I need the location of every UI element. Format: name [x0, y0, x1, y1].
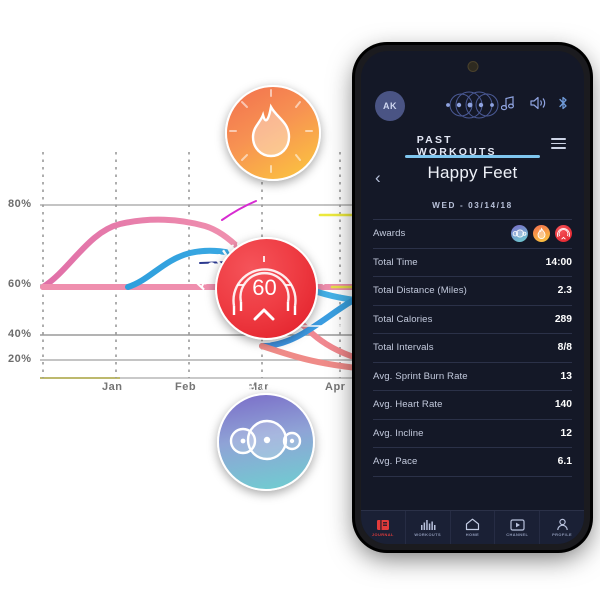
chart-ytick-40: 40% — [8, 328, 32, 340]
avatar-initials: AK — [383, 101, 397, 111]
stat-value: 13 — [560, 370, 572, 382]
badge-calories-disc: 60 — [215, 237, 318, 340]
table-row-awards: Awards — [373, 219, 572, 248]
gauge-icon: 60 — [232, 256, 297, 321]
stat-key: Total Time — [373, 256, 418, 268]
stat-key: Avg. Pace — [373, 456, 418, 468]
home-icon — [465, 518, 480, 531]
chart-ytick-60: 60% — [8, 278, 32, 290]
badge-performance-coaching[interactable]: PERFORMANCE COACHING — [186, 368, 341, 508]
nav-item-home[interactable]: HOME — [451, 511, 496, 544]
avatar[interactable]: AK — [375, 91, 405, 121]
award-coaching-icon[interactable] — [511, 225, 528, 243]
table-row-end-divider — [373, 475, 572, 483]
tab-active-underline — [405, 155, 540, 158]
nav-label: JOURNAL — [371, 531, 394, 537]
journal-icon — [376, 519, 389, 530]
chart-ytick-80: 80% — [8, 198, 32, 210]
page-title: Happy Feet — [427, 163, 518, 182]
coaching-circles-icon — [229, 419, 302, 461]
award-calories-icon[interactable] — [555, 225, 572, 243]
stat-key: Total Distance (Miles) — [373, 285, 467, 297]
stat-value: 12 — [560, 427, 572, 439]
badge-highest-average-sprint[interactable]: HIGHEST AVERAGE SPRINT — [190, 50, 350, 210]
table-row: Avg. Incline 12 — [373, 418, 572, 448]
screenshot-root: 80% 60% 40% 20% Jan Feb Mar Apr HIGHEST … — [0, 0, 600, 600]
badge-calories-value: 60 — [252, 275, 276, 300]
bottom-navigation: JOURNAL WORKOUTS HOME CHANNEL PROFILE — [361, 510, 584, 544]
stat-value: 8/8 — [557, 342, 572, 354]
table-row: Total Time 14:00 — [373, 247, 572, 277]
stat-value: 6.1 — [557, 456, 572, 468]
nav-item-journal[interactable]: JOURNAL — [361, 511, 406, 544]
phone-device: AK PAST WORKOUTS ‹ Happy Feet WED - 03/1… — [355, 45, 590, 550]
volume-icon[interactable] — [529, 95, 547, 111]
stat-key: Avg. Incline — [373, 427, 424, 439]
nav-item-profile[interactable]: PROFILE — [540, 511, 584, 544]
table-row: Avg. Sprint Burn Rate 13 — [373, 361, 572, 391]
table-row: Avg. Pace 6.1 — [373, 447, 572, 476]
nav-label: WORKOUTS — [414, 531, 442, 537]
badge-coaching-disc — [217, 393, 315, 491]
workout-header: ‹ Happy Feet — [361, 163, 584, 197]
award-sprint-icon[interactable] — [533, 225, 550, 243]
nav-label: CHANNEL — [506, 531, 529, 537]
nav-item-channel[interactable]: CHANNEL — [495, 511, 541, 544]
play-icon — [510, 518, 525, 531]
bluetooth-icon[interactable] — [557, 95, 569, 111]
phone-screen: AK PAST WORKOUTS ‹ Happy Feet WED - 03/1… — [361, 51, 584, 544]
table-row: Total Calories 289 — [373, 304, 572, 334]
stat-key: Total Calories — [373, 313, 433, 325]
bars-icon — [420, 519, 436, 530]
awards-icon-group[interactable] — [511, 225, 572, 243]
front-camera-dot — [467, 61, 478, 72]
stat-value: 2.3 — [557, 285, 572, 297]
music-note-icon[interactable] — [501, 95, 515, 111]
flame-icon — [229, 89, 313, 173]
stats-table: Awards Total Time 14:00 Total Distance (… — [373, 219, 572, 483]
stat-value: 14:00 — [545, 256, 572, 268]
person-icon — [556, 518, 568, 531]
hamburger-menu-icon[interactable] — [551, 135, 566, 152]
table-row: Avg. Heart Rate 140 — [373, 390, 572, 419]
nav-label: PROFILE — [552, 532, 573, 537]
stat-key: Avg. Sprint Burn Rate — [373, 370, 468, 382]
nav-item-workouts[interactable]: WORKOUTS — [406, 511, 451, 544]
chart-ytick-20: 20% — [8, 353, 32, 365]
app-status-bar: AK — [361, 91, 584, 123]
table-row: Total Distance (Miles) 2.3 — [373, 276, 572, 305]
stat-key: Total Intervals — [373, 342, 434, 354]
nav-label: HOME — [465, 532, 480, 537]
tab-past-workouts[interactable]: PAST WORKOUTS — [361, 131, 584, 159]
workout-date: WED - 03/14/18 — [432, 201, 513, 210]
badge-sprint-disc — [225, 85, 321, 181]
stat-key: Awards — [373, 228, 406, 240]
stat-key: Avg. Heart Rate — [373, 399, 443, 411]
stat-value: 140 — [554, 399, 572, 411]
table-row: Total Intervals 8/8 — [373, 333, 572, 362]
badge-sixty-calories-per-minute[interactable]: 60 CALORIES PER MINUTE 60 — [182, 205, 347, 370]
chart-xtick-jan: Jan — [102, 381, 123, 393]
stat-value: 289 — [554, 313, 572, 325]
